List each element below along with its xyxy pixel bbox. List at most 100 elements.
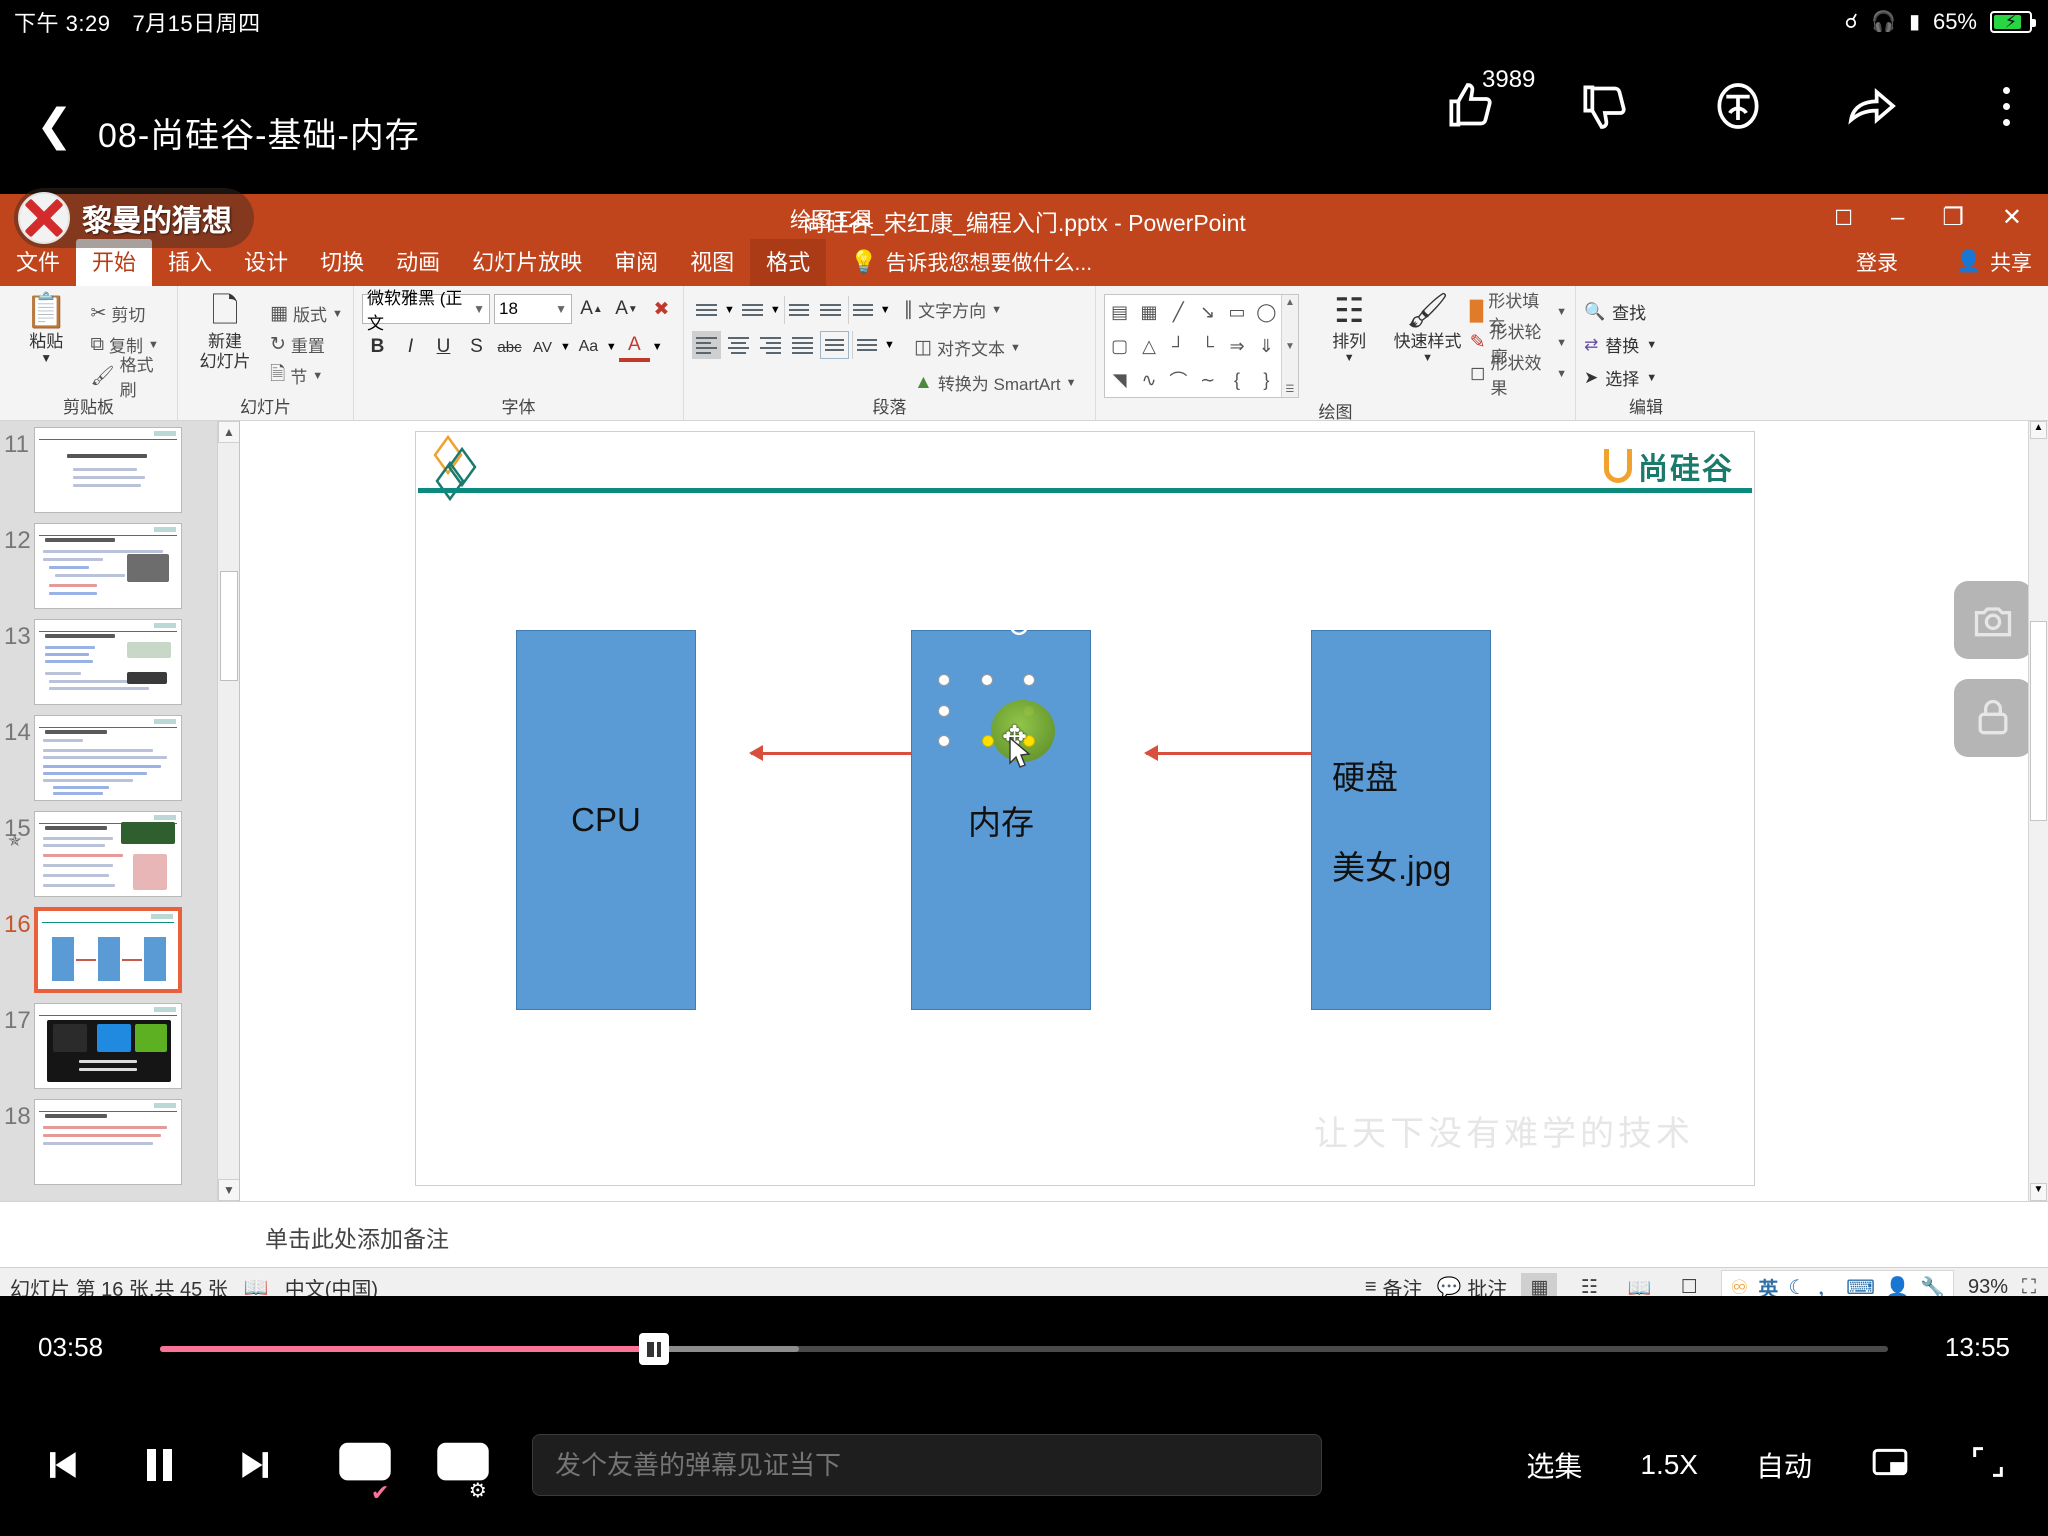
increase-indent-button[interactable] bbox=[816, 296, 845, 324]
slide-thumbnail[interactable] bbox=[34, 427, 182, 513]
layout-button[interactable]: ▦ 版式 ▼ bbox=[270, 298, 343, 329]
next-button[interactable] bbox=[222, 1430, 292, 1500]
shape-elbow-arrow-icon[interactable]: └ bbox=[1193, 329, 1222, 363]
thumbnail-scrollbar[interactable]: ▲ ▼ bbox=[217, 421, 239, 1201]
diagram-box-cpu[interactable]: CPU bbox=[516, 630, 696, 1010]
screenshot-float-button[interactable] bbox=[1954, 581, 2032, 659]
convert-smartart-button[interactable]: ▲ 转换为 SmartArt ▼ bbox=[914, 367, 1077, 398]
bold-button[interactable]: B bbox=[362, 332, 393, 362]
tab-transitions[interactable]: 切换 bbox=[304, 239, 380, 286]
arrange-button[interactable]: ☷ 排列 ▼ bbox=[1313, 294, 1385, 364]
shape-elbow-connector-icon[interactable]: ┘ bbox=[1164, 329, 1193, 363]
change-case-button[interactable]: Aa bbox=[573, 332, 604, 362]
user-icon[interactable]: 👤 bbox=[1885, 1275, 1910, 1296]
back-chevron-icon[interactable]: ❮ bbox=[36, 104, 73, 148]
slide-thumbnail-selected[interactable] bbox=[34, 907, 182, 993]
tab-design[interactable]: 设计 bbox=[228, 239, 304, 286]
share-button[interactable] bbox=[1840, 70, 1904, 142]
thumbnail-row-12[interactable]: 12 bbox=[0, 513, 239, 609]
shape-down-arrow-icon[interactable]: ⇓ bbox=[1252, 329, 1281, 363]
tab-slideshow[interactable]: 幻灯片放映 bbox=[456, 239, 598, 286]
tell-me-box[interactable]: 💡 告诉我您想要做什么... bbox=[826, 241, 1102, 286]
canvas-scrollbar[interactable]: ▲ ▼ bbox=[2028, 421, 2048, 1201]
fullscreen-button[interactable] bbox=[1968, 1442, 2008, 1489]
text-direction-button[interactable]: ∥ 文字方向 ▼ bbox=[904, 294, 1002, 325]
columns-button[interactable] bbox=[852, 331, 881, 359]
episodes-button[interactable]: 选集 bbox=[1526, 1445, 1582, 1485]
restore-button[interactable]: ❐ bbox=[1942, 206, 1964, 230]
thumbnail-row-13[interactable]: 13 bbox=[0, 609, 239, 705]
underline-button[interactable]: U bbox=[428, 332, 459, 362]
pause-button[interactable] bbox=[124, 1430, 194, 1500]
slide-thumbnail[interactable] bbox=[34, 715, 182, 801]
strikethrough-button[interactable]: abc bbox=[494, 332, 525, 362]
dislike-button[interactable] bbox=[1572, 70, 1636, 142]
canvas-scroll-thumb[interactable] bbox=[2030, 621, 2047, 821]
shape-right-arrow-icon[interactable]: ⇒ bbox=[1222, 329, 1251, 363]
slide-sorter-button[interactable]: ☷ bbox=[1571, 1273, 1607, 1296]
notes-toggle-button[interactable]: ≡ 备注 bbox=[1365, 1273, 1423, 1296]
thumbnail-row-18[interactable]: 18 bbox=[0, 1089, 239, 1185]
tab-view[interactable]: 视图 bbox=[674, 239, 750, 286]
italic-button[interactable]: I bbox=[395, 332, 426, 362]
numbering-button[interactable] bbox=[738, 296, 767, 324]
wrench-icon[interactable]: 🔧 bbox=[1920, 1275, 1945, 1296]
tab-format[interactable]: 格式 bbox=[750, 239, 827, 286]
line-spacing-button[interactable] bbox=[847, 295, 877, 324]
more-vertical-icon[interactable] bbox=[1974, 70, 2038, 142]
current-slide[interactable]: 尚硅谷 CPU 内存 ↻ ✥ 硬盘 美女.jpg 让天下没有难学的技术 bbox=[415, 431, 1755, 1186]
shape-effects-button[interactable]: ◻ 形状效果 ▼ bbox=[1470, 354, 1567, 398]
text-shadow-button[interactable]: S bbox=[461, 332, 492, 362]
justify-button[interactable] bbox=[788, 331, 817, 359]
slide-canvas-area[interactable]: 尚硅谷 CPU 内存 ↻ ✥ 硬盘 美女.jpg 让天下没有难学的技术 ▲ ▼ bbox=[240, 421, 2048, 1201]
seek-bar[interactable] bbox=[160, 1333, 1888, 1365]
danmaku-settings-button[interactable]: 弹 ⚙ bbox=[426, 1428, 500, 1502]
section-button[interactable]: 🗎 节 ▼ bbox=[270, 360, 343, 391]
thumbnail-row-16[interactable]: 16 bbox=[0, 897, 239, 993]
speed-button[interactable]: 1.5X bbox=[1640, 1449, 1698, 1481]
keyboard-icon[interactable]: ⌨ bbox=[1846, 1275, 1875, 1296]
close-button[interactable]: ✕ bbox=[2002, 206, 2022, 230]
align-center-button[interactable] bbox=[724, 331, 753, 359]
shape-textbox-icon[interactable]: ▤ bbox=[1105, 295, 1134, 329]
diagram-box-memory[interactable]: 内存 bbox=[911, 630, 1091, 1010]
thumbnail-row-15[interactable]: 15 ✯ bbox=[0, 801, 239, 897]
comments-toggle-button[interactable]: 💬 批注 bbox=[1437, 1273, 1508, 1296]
shape-rounded-rect-icon[interactable]: ▢ bbox=[1105, 329, 1134, 363]
slide-thumbnail[interactable] bbox=[34, 523, 182, 609]
slideshow-button[interactable]: ☐ bbox=[1671, 1273, 1707, 1296]
normal-view-button[interactable]: ▦ bbox=[1521, 1272, 1558, 1296]
paste-button[interactable]: 📋 粘贴 ▼ bbox=[8, 294, 84, 365]
quick-styles-button[interactable]: 🖌 快速样式 ▼ bbox=[1391, 294, 1463, 364]
ribbon-display-options-icon[interactable]: ☐ bbox=[1834, 206, 1853, 231]
diagram-box-disk[interactable]: 硬盘 美女.jpg bbox=[1311, 630, 1491, 1010]
new-slide-button[interactable]: 🗋 新建 幻灯片 bbox=[186, 294, 264, 371]
tab-review[interactable]: 审阅 bbox=[598, 239, 674, 286]
rotate-handle-icon[interactable]: ↻ bbox=[1006, 610, 1031, 645]
ime-toolbar[interactable]: ♾ 英 ☾ ， ⌨ 👤 🔧 bbox=[1721, 1270, 1954, 1296]
find-button[interactable]: 🔍 查找 bbox=[1584, 296, 1646, 327]
share-button-ppt[interactable]: 👤 共享 bbox=[1956, 247, 2032, 277]
canvas-scroll-down[interactable]: ▼ bbox=[2030, 1183, 2047, 1201]
quality-button[interactable]: 自动 bbox=[1756, 1445, 1812, 1485]
clear-formatting-icon[interactable]: ✖ bbox=[646, 294, 677, 324]
shapes-scrollbar[interactable]: ▲ ▼ ☰ bbox=[1281, 295, 1298, 397]
reading-view-button[interactable]: 📖 bbox=[1621, 1273, 1657, 1297]
punctuation-icon[interactable]: ， bbox=[1816, 1273, 1836, 1296]
decrease-font-size-button[interactable]: A ▼ bbox=[611, 294, 642, 324]
thumbnail-row-17[interactable]: 17 bbox=[0, 993, 239, 1089]
coin-button[interactable] bbox=[1706, 70, 1770, 142]
thumbnail-row-14[interactable]: 14 bbox=[0, 705, 239, 801]
selection-handle[interactable] bbox=[938, 674, 950, 686]
shape-arrow-icon[interactable]: ↘ bbox=[1193, 295, 1222, 329]
format-painter-button[interactable]: 🖌 格式刷 bbox=[90, 356, 169, 400]
like-button[interactable]: 3989 bbox=[1438, 66, 1535, 142]
selection-handle[interactable] bbox=[981, 674, 993, 686]
tab-animations[interactable]: 动画 bbox=[380, 239, 456, 286]
pip-button[interactable] bbox=[1870, 1442, 1910, 1489]
shape-arc-icon[interactable]: ⌒ bbox=[1164, 363, 1193, 397]
moon-icon[interactable]: ☾ bbox=[1788, 1275, 1806, 1296]
zoom-level-label[interactable]: 93% bbox=[1968, 1276, 2008, 1296]
align-text-button[interactable]: ◫ 对齐文本 ▼ bbox=[914, 332, 1077, 363]
language-label[interactable]: 中文(中国) bbox=[285, 1273, 378, 1296]
